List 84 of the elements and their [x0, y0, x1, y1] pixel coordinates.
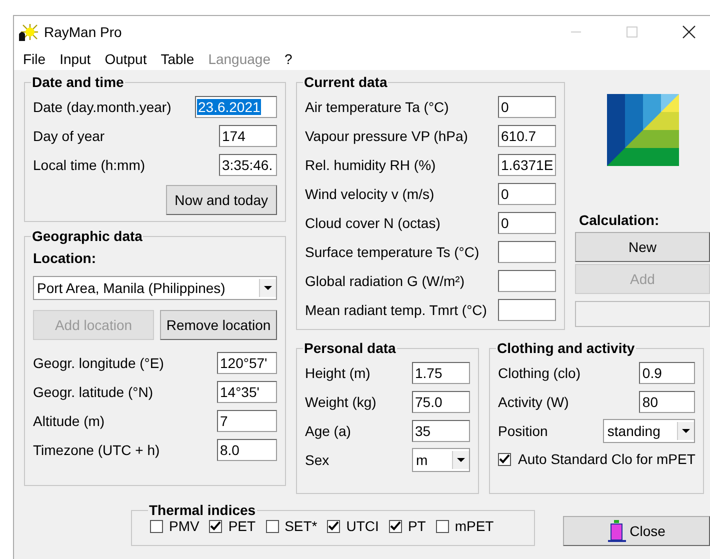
door-person-icon	[608, 520, 626, 542]
field-label: Global radiation G (W/m²)	[305, 272, 464, 288]
checkbox-label: PET	[228, 518, 256, 534]
location-dropdown[interactable]: Port Area, Manila (Philippines)	[33, 276, 277, 300]
checkbox-label: PT	[408, 518, 426, 534]
input-field[interactable]: 14°35'	[217, 380, 277, 402]
field-label: Wind velocity v (m/s)	[305, 186, 434, 202]
field-label: Surface temperature Ts (°C)	[305, 244, 480, 260]
field-label: Date (day.month.year)	[33, 98, 172, 114]
close-icon[interactable]	[682, 25, 696, 39]
checkbox[interactable]	[209, 520, 222, 532]
input-field[interactable]: 0	[498, 96, 556, 118]
field-label: Vapour pressure VP (hPa)	[305, 128, 468, 144]
checkbox[interactable]	[498, 452, 511, 466]
input-field[interactable]: 23.6.2021	[195, 96, 277, 118]
checkbox-label: PMV	[169, 518, 200, 534]
field-label: Clothing (clo)	[498, 364, 580, 380]
field-label: Sex	[305, 452, 330, 468]
input-field[interactable]: 174	[219, 124, 277, 146]
menu-item[interactable]: Table	[160, 51, 194, 67]
group-title: Geographic data	[31, 228, 144, 244]
calculation-button[interactable]: New	[575, 232, 710, 262]
input-field[interactable]: 3:35:46.	[219, 154, 277, 176]
checkbox-label: Auto Standard Clo for mPET	[518, 451, 696, 467]
checkbox[interactable]	[436, 520, 449, 532]
location-label: Location:	[33, 250, 97, 266]
field-label: Geogr. longitude (°E)	[33, 354, 164, 370]
group-title: Clothing and activity	[496, 340, 636, 356]
field-label: Rel. humidity RH (%)	[305, 156, 436, 172]
caret-icon	[677, 422, 694, 440]
input-field[interactable]: 0	[498, 212, 556, 234]
field-label: Air temperature Ta (°C)	[305, 98, 449, 114]
checkbox[interactable]	[266, 520, 279, 532]
sun-person-icon	[18, 23, 38, 41]
input-field[interactable]: 8.0	[217, 438, 277, 460]
field-label: Geogr. latitude (°N)	[33, 384, 153, 400]
field-label: Altitude (m)	[33, 412, 105, 428]
input-field[interactable]	[498, 270, 556, 292]
group-title: Thermal indices	[148, 502, 257, 518]
field-label: Position	[498, 422, 548, 438]
field-label: Mean radiant temp. Tmrt (°C)	[305, 302, 487, 318]
menu-item[interactable]: ?	[284, 51, 292, 67]
input-field[interactable]: 80	[639, 390, 696, 412]
logo-icon	[607, 94, 679, 166]
caret-icon	[452, 450, 469, 468]
group-title: Personal data	[303, 340, 397, 356]
input-field[interactable]: 0.9	[639, 362, 696, 384]
input-field[interactable]: 7	[217, 410, 277, 432]
group-title: Date and time	[31, 74, 125, 90]
position-dropdown[interactable]: standing	[603, 418, 696, 442]
menu-item[interactable]: Input	[60, 51, 91, 67]
calculation-label: Calculation:	[579, 212, 660, 228]
field-label: Age (a)	[305, 422, 351, 438]
caret-icon	[259, 279, 276, 297]
field-label: Timezone (UTC + h)	[33, 442, 160, 458]
now-and-today-button[interactable]: Now and today	[166, 185, 277, 215]
close-button[interactable]: Close	[563, 516, 710, 546]
checkbox[interactable]	[150, 520, 163, 532]
menu-item[interactable]: File	[23, 51, 46, 67]
field-label: Activity (W)	[498, 394, 569, 410]
field-label: Cloud cover N (octas)	[305, 214, 440, 230]
checkbox-label: SET*	[284, 518, 318, 534]
field-label: Day of year	[33, 128, 105, 144]
checkbox[interactable]	[327, 520, 340, 532]
field-label: Weight (kg)	[305, 394, 376, 410]
field-label: Height (m)	[305, 364, 370, 380]
field-label: Local time (h:mm)	[33, 156, 146, 172]
sex-dropdown[interactable]: m	[412, 448, 470, 472]
checkbox[interactable]	[388, 520, 402, 532]
input-field[interactable]: 120°57'	[217, 352, 277, 374]
input-field[interactable]: 1.6371E	[498, 154, 556, 176]
group-title: Current data	[303, 74, 388, 90]
window-title: RayMan Pro	[44, 24, 122, 40]
input-field[interactable]	[498, 298, 556, 320]
location-button[interactable]: Remove location	[160, 310, 277, 340]
input-field[interactable]: 35	[412, 420, 470, 442]
input-field[interactable]	[498, 240, 556, 262]
checkbox-label: UTCI	[346, 518, 379, 534]
menu-item[interactable]: Output	[104, 51, 147, 67]
input-field[interactable]: 1.75	[412, 362, 470, 384]
checkbox-label: mPET	[454, 518, 494, 534]
input-field[interactable]: 610.7	[498, 124, 556, 146]
input-field[interactable]: 75.0	[412, 390, 470, 412]
input-field[interactable]: 0	[498, 182, 556, 204]
